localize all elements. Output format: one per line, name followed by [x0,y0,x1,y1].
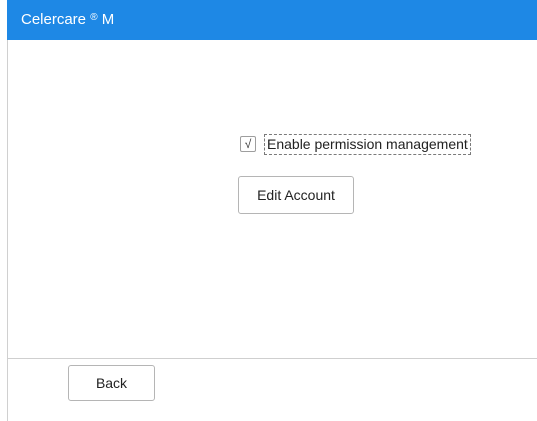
back-button-label: Back [95,375,128,391]
enable-permission-checkbox-row[interactable]: √ Enable permission management [240,133,471,155]
check-mark-icon: √ [244,137,252,151]
app-window: Celercare ® M √ Enable permission manage… [0,0,537,421]
back-button[interactable]: Back [68,365,155,401]
enable-permission-label[interactable]: Enable permission management [264,133,471,155]
app-title: Celercare ® M [21,10,114,30]
permission-settings-panel: √ Enable permission management Edit Acco… [8,40,537,358]
app-title-suffix: M [101,11,115,28]
registered-mark: ® [90,12,98,23]
edit-account-button-label: Edit Account [257,187,335,203]
app-title-name: Celercare [21,11,87,28]
enable-permission-checkbox[interactable]: √ [240,136,256,152]
title-bar: Celercare ® M [7,0,537,40]
footer-divider [7,358,537,359]
edit-account-button[interactable]: Edit Account [238,176,354,214]
